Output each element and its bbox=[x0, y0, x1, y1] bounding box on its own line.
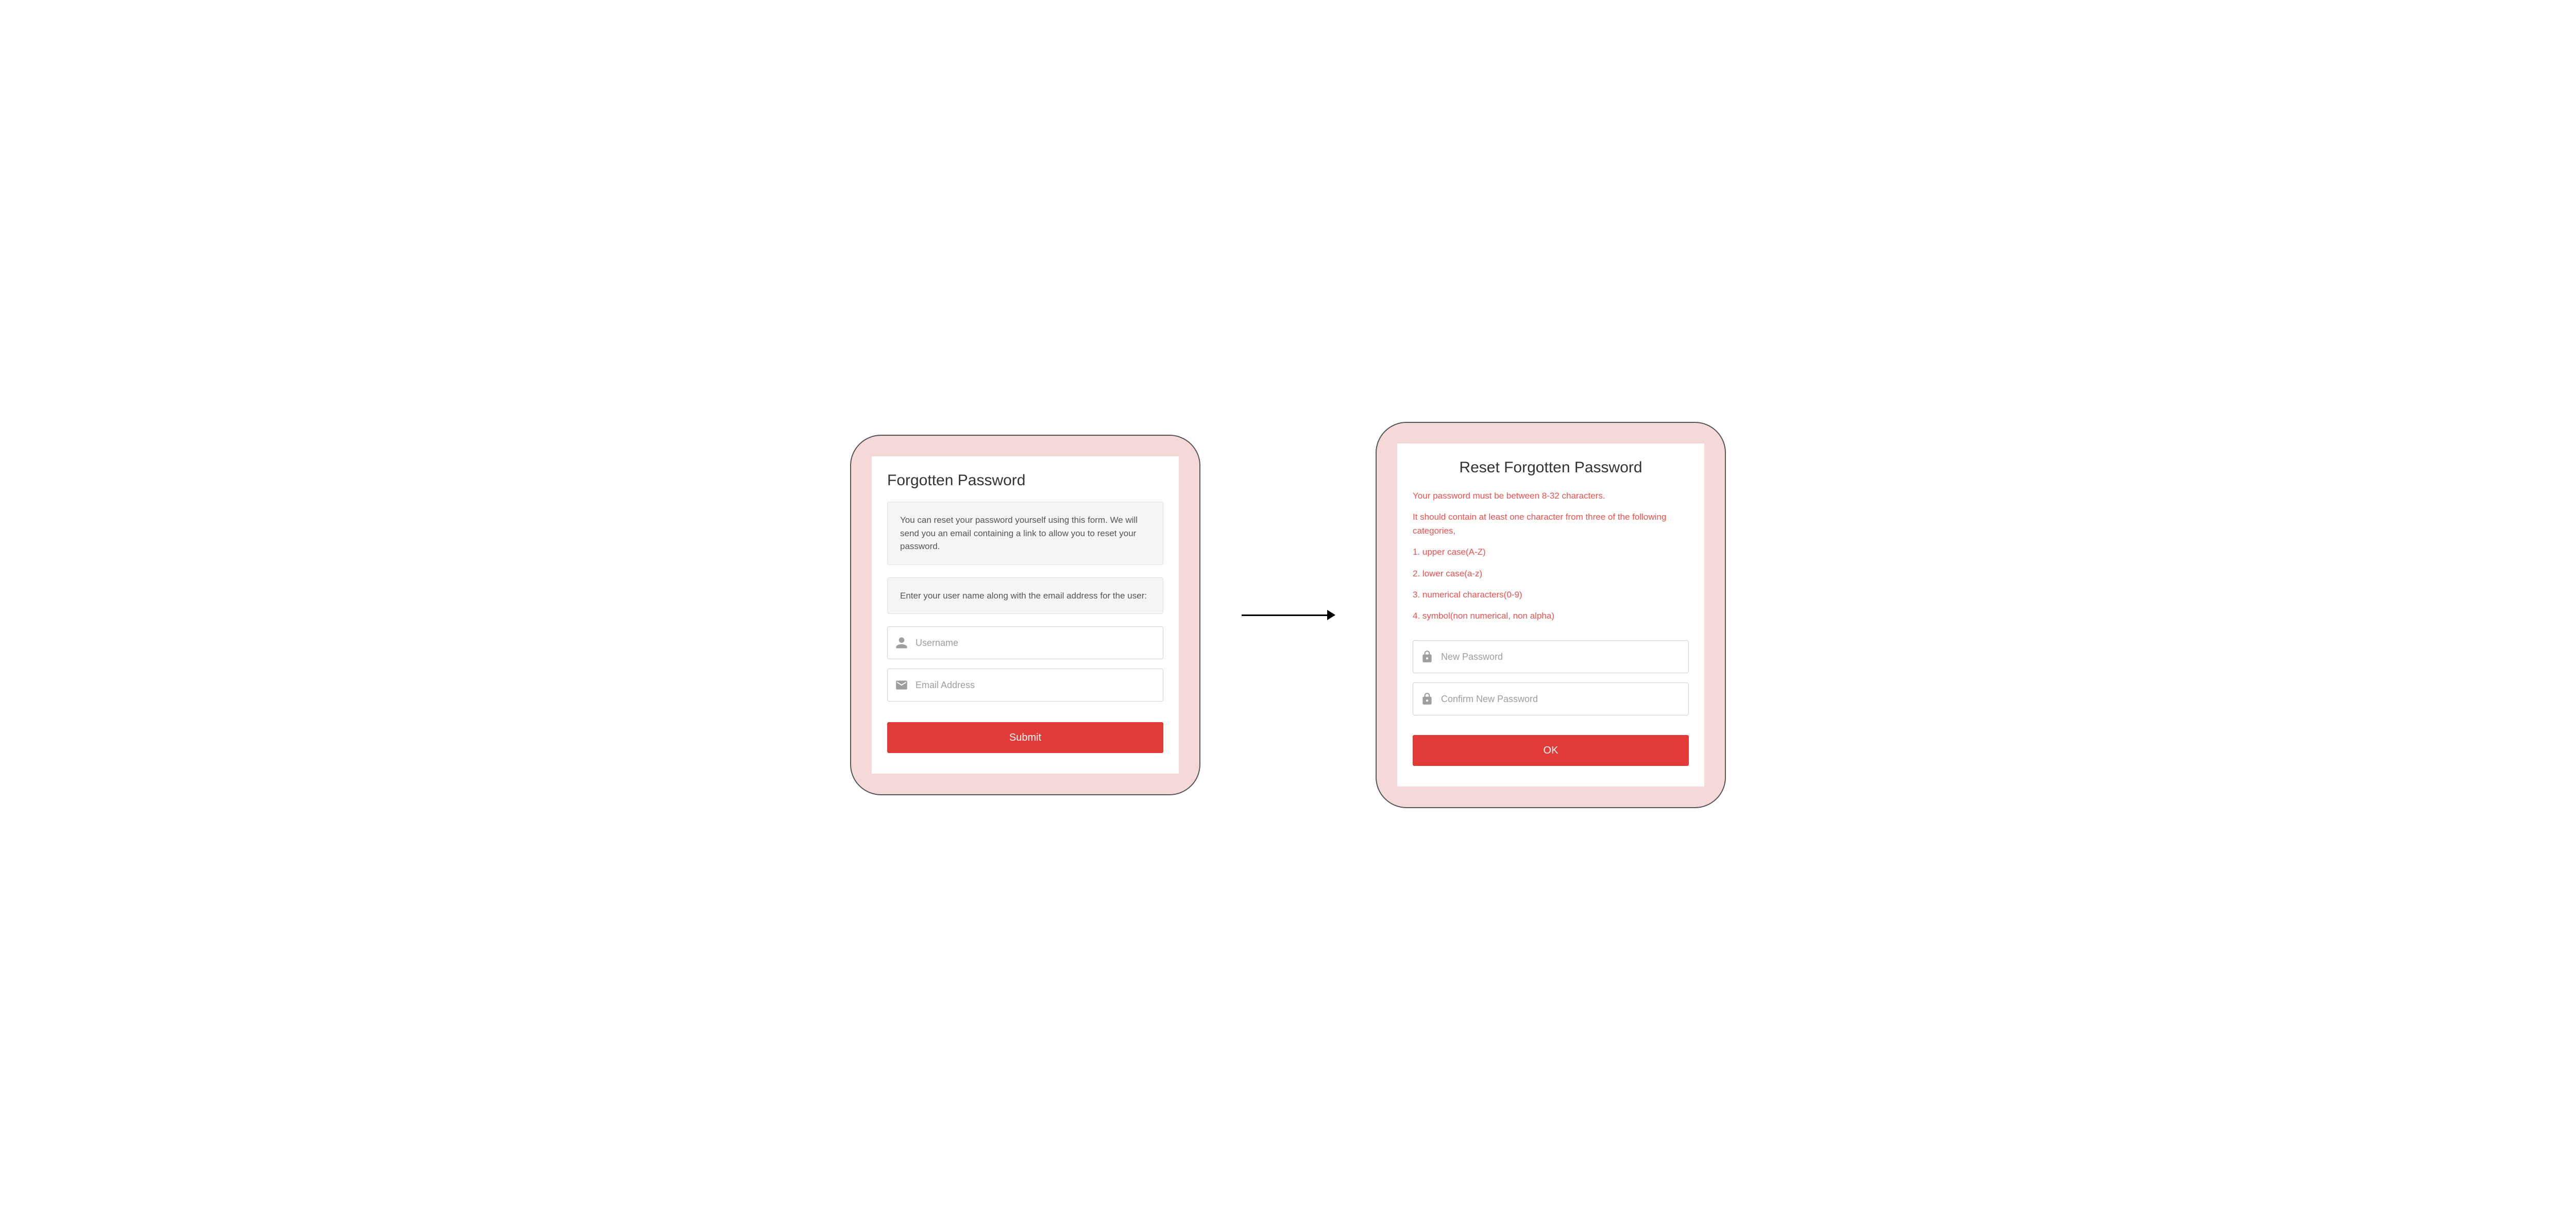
new-password-field-wrap[interactable] bbox=[1413, 640, 1689, 673]
submit-button[interactable]: Submit bbox=[887, 722, 1163, 753]
arrow-right-icon bbox=[1242, 614, 1334, 616]
enter-credentials-instruction: Enter your user name along with the emai… bbox=[887, 577, 1163, 614]
ok-button[interactable]: OK bbox=[1413, 735, 1689, 766]
password-rules: Your password must be between 8-32 chara… bbox=[1413, 489, 1689, 630]
forgotten-password-card: Forgotten Password You can reset your pa… bbox=[872, 456, 1179, 774]
new-password-input[interactable] bbox=[1441, 652, 1681, 662]
rule-lower: 2. lower case(a-z) bbox=[1413, 567, 1689, 580]
forgotten-password-panel: Forgotten Password You can reset your pa… bbox=[850, 435, 1200, 795]
lock-icon bbox=[1420, 650, 1434, 663]
flow-arrow bbox=[1242, 614, 1334, 616]
reset-password-card: Reset Forgotten Password Your password m… bbox=[1397, 443, 1704, 787]
reset-info-text: You can reset your password yourself usi… bbox=[887, 502, 1163, 565]
confirm-password-input[interactable] bbox=[1441, 694, 1681, 705]
forgotten-password-title: Forgotten Password bbox=[887, 472, 1163, 489]
reset-password-title: Reset Forgotten Password bbox=[1413, 459, 1689, 476]
username-field-wrap[interactable] bbox=[887, 626, 1163, 659]
lock-icon bbox=[1420, 692, 1434, 706]
rule-categories-intro: It should contain at least one character… bbox=[1413, 510, 1689, 538]
rule-symbol: 4. symbol(non numerical, non alpha) bbox=[1413, 609, 1689, 623]
email-field-wrap[interactable] bbox=[887, 669, 1163, 702]
rule-numeric: 3. numerical characters(0-9) bbox=[1413, 588, 1689, 602]
reset-password-panel: Reset Forgotten Password Your password m… bbox=[1376, 422, 1726, 808]
mail-icon bbox=[895, 678, 908, 692]
confirm-password-field-wrap[interactable] bbox=[1413, 682, 1689, 715]
rule-upper: 1. upper case(A-Z) bbox=[1413, 545, 1689, 559]
email-input[interactable] bbox=[916, 680, 1156, 691]
rule-length: Your password must be between 8-32 chara… bbox=[1413, 489, 1689, 503]
username-input[interactable] bbox=[916, 638, 1156, 648]
user-icon bbox=[895, 636, 908, 650]
